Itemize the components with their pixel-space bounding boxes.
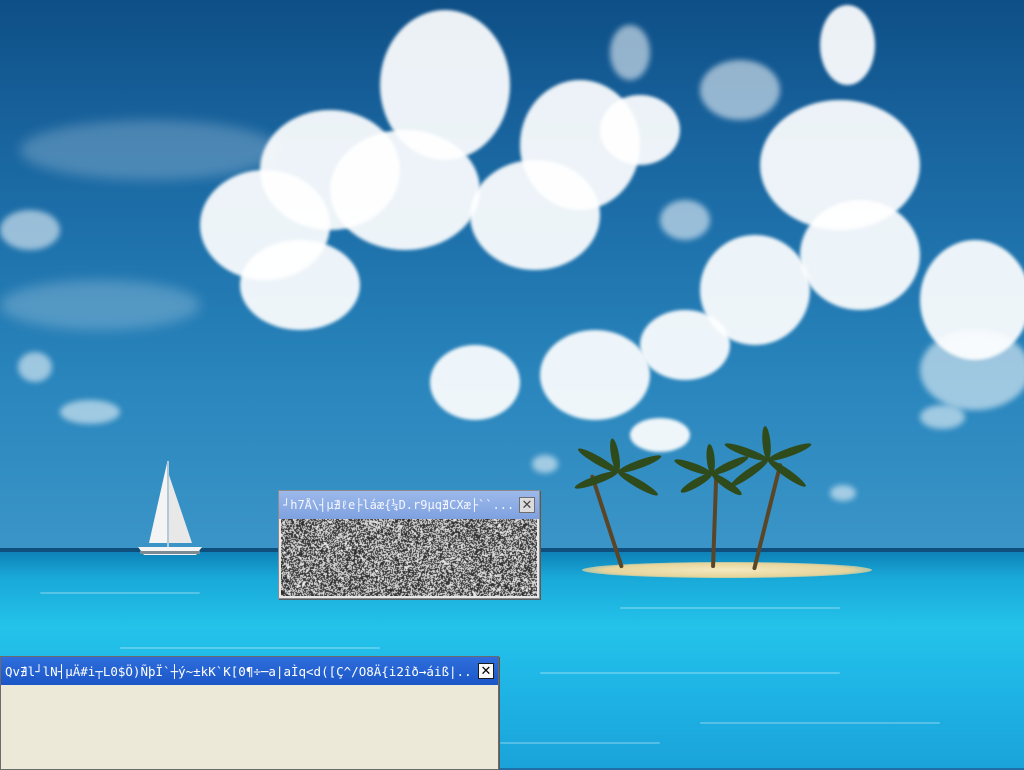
cloud <box>920 330 1024 410</box>
cloud <box>600 95 680 165</box>
noise-image <box>281 519 537 596</box>
cloud <box>540 330 650 420</box>
close-icon[interactable]: ✕ <box>519 497 535 513</box>
cloud <box>700 60 780 120</box>
main-window: Qv∄l┘lN┤µÄ#i┬L0$Ö)ÑþÏ`┼ý~±kK`K[0¶÷─a|aÌq… <box>0 656 499 770</box>
window-titlebar[interactable]: Qv∄l┘lN┤µÄ#i┬L0$Ö)ÑþÏ`┼ý~±kK`K[0¶÷─a|aÌq… <box>1 657 498 685</box>
cloud <box>800 200 920 310</box>
desktop <box>0 0 1024 768</box>
window-title: ┘h7Å\┤µ∄ℓe├láæ{¼D.r9µq∄CXæ├``... <box>283 498 515 513</box>
noise-window: ┘h7Å\┤µ∄ℓe├láæ{¼D.r9µq∄CXæ├``... ✕ <box>278 490 540 599</box>
cloud <box>0 280 200 330</box>
window-title: Qv∄l┘lN┤µÄ#i┬L0$Ö)ÑþÏ`┼ý~±kK`K[0¶÷─a|aÌq… <box>5 664 474 679</box>
window-client-area <box>2 685 497 769</box>
sailboat-icon <box>132 455 212 565</box>
close-icon[interactable]: ✕ <box>478 663 494 679</box>
cloud <box>240 240 360 330</box>
cloud <box>820 5 875 85</box>
cloud <box>0 210 60 250</box>
cloud <box>532 455 558 473</box>
cloud <box>60 400 120 424</box>
island <box>582 562 872 578</box>
cloud <box>330 130 480 250</box>
cloud <box>430 345 520 420</box>
cloud <box>610 25 650 80</box>
cloud <box>660 200 710 240</box>
window-titlebar[interactable]: ┘h7Å\┤µ∄ℓe├láæ{¼D.r9µq∄CXæ├``... ✕ <box>279 491 539 519</box>
cloud <box>18 352 52 382</box>
cloud <box>920 405 965 429</box>
cloud <box>20 120 280 180</box>
cloud <box>830 485 856 501</box>
cloud <box>700 235 810 345</box>
cloud <box>630 418 690 452</box>
